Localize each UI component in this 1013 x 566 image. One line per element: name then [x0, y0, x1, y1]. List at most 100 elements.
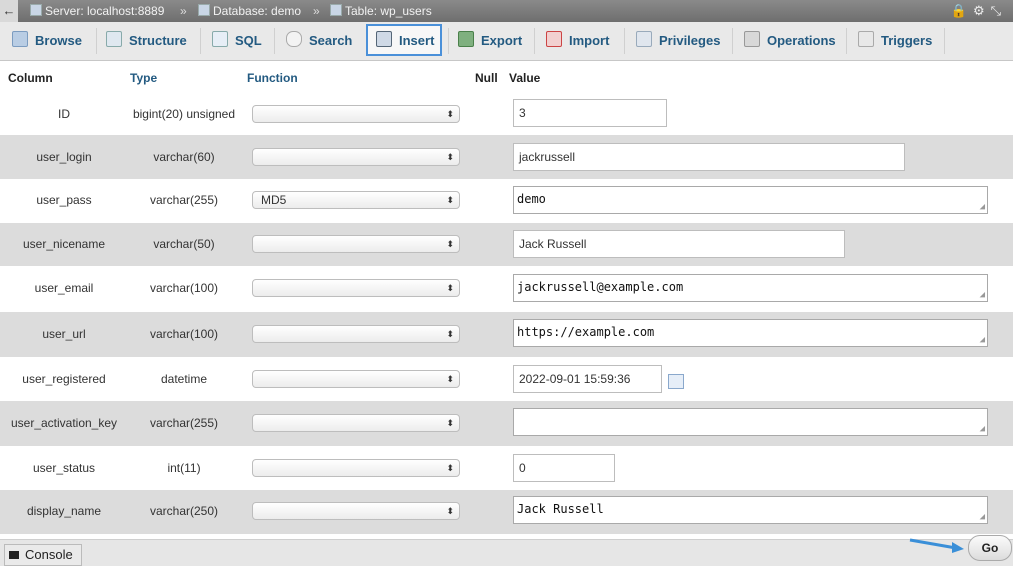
- gear-icon[interactable]: ⚙: [973, 3, 991, 18]
- tab-sql[interactable]: SQL: [212, 26, 262, 56]
- console-button[interactable]: Console: [4, 544, 82, 566]
- go-button[interactable]: Go: [968, 535, 1012, 561]
- resize-grip-icon[interactable]: ◢: [980, 512, 985, 522]
- tab-operations[interactable]: Operations: [744, 26, 836, 56]
- wrench-icon: [744, 31, 760, 47]
- value-text: Jack Russell: [517, 502, 604, 516]
- function-select[interactable]: ⬍: [252, 502, 460, 520]
- bottom-bar: Console: [0, 539, 1013, 566]
- column-name: user_nicename: [22, 237, 106, 251]
- tab-label: Operations: [767, 33, 836, 48]
- header-type[interactable]: Type: [130, 71, 157, 91]
- header-function[interactable]: Function: [247, 71, 298, 91]
- tab-label: Privileges: [659, 33, 721, 48]
- select-arrow-icon: ⬍: [446, 374, 454, 384]
- value-input[interactable]: 3: [513, 99, 667, 127]
- calendar-icon[interactable]: [668, 374, 684, 389]
- function-select[interactable]: ⬍: [252, 235, 460, 253]
- lock-icon[interactable]: 🔒: [951, 3, 973, 18]
- database-icon: [198, 4, 210, 16]
- datetime-input[interactable]: 2022-09-01 15:59:36: [513, 365, 662, 393]
- header-value: Value: [509, 71, 541, 85]
- tab-insert[interactable]: Insert: [366, 24, 442, 56]
- breadcrumb-separator: »: [313, 4, 320, 18]
- table-row: user_status int(11) ⬍ 0: [0, 446, 1013, 490]
- table-row: user_pass varchar(255) MD5 ⬍ demo ◢: [0, 179, 1013, 223]
- browse-icon: [12, 31, 28, 47]
- collapse-icon[interactable]: ⤡: [991, 3, 1007, 18]
- resize-grip-icon[interactable]: ◢: [980, 202, 985, 212]
- privileges-icon: [636, 31, 652, 47]
- column-name: user_url: [42, 327, 86, 341]
- function-select[interactable]: ⬍: [252, 414, 460, 432]
- column-type: datetime: [160, 372, 208, 386]
- value-input[interactable]: 0: [513, 454, 615, 482]
- table-row: display_name varchar(250) ⬍ Jack Russell…: [0, 490, 1013, 534]
- value-textarea[interactable]: Jack Russell ◢: [513, 496, 988, 524]
- column-name: user_registered: [22, 372, 106, 386]
- header-null: Null: [475, 71, 498, 85]
- table-row: user_login varchar(60) ⬍ jackrussell: [0, 135, 1013, 179]
- tab-divider: [944, 28, 945, 54]
- tab-export[interactable]: Export: [458, 26, 522, 56]
- select-arrow-icon: ⬍: [446, 463, 454, 473]
- column-type: varchar(255): [149, 416, 219, 430]
- column-name: user_login: [36, 150, 92, 164]
- value-textarea[interactable]: https://example.com ◢: [513, 319, 988, 347]
- select-arrow-icon: ⬍: [446, 152, 454, 162]
- breadcrumb-server[interactable]: Server: localhost:8889: [30, 4, 164, 18]
- breadcrumb-table[interactable]: Table: wp_users: [330, 4, 432, 18]
- tab-browse[interactable]: Browse: [12, 26, 82, 56]
- column-type: varchar(50): [153, 237, 215, 251]
- column-name: user_activation_key: [10, 416, 118, 430]
- select-arrow-icon: ⬍: [446, 195, 454, 205]
- select-arrow-icon: ⬍: [446, 109, 454, 119]
- tab-structure[interactable]: Structure: [106, 26, 187, 56]
- tab-import[interactable]: Import: [546, 26, 609, 56]
- function-select[interactable]: ⬍: [252, 370, 460, 388]
- console-label: Console: [25, 547, 73, 562]
- column-type: varchar(100): [149, 281, 219, 295]
- tab-privileges[interactable]: Privileges: [636, 26, 720, 56]
- column-type: varchar(60): [153, 150, 215, 164]
- value-textarea[interactable]: ◢: [513, 408, 988, 436]
- value-text: https://example.com: [517, 325, 655, 339]
- tab-label: Insert: [399, 33, 435, 48]
- tab-divider: [846, 28, 847, 54]
- tab-triggers[interactable]: Triggers: [858, 26, 932, 56]
- tab-divider: [624, 28, 625, 54]
- table-row: user_email varchar(100) ⬍ jackrussell@ex…: [0, 266, 1013, 312]
- value-text: demo: [517, 192, 546, 206]
- resize-grip-icon[interactable]: ◢: [980, 424, 985, 434]
- table-icon: [330, 4, 342, 16]
- value-text: jackrussell@example.com: [517, 280, 684, 294]
- function-select[interactable]: MD5 ⬍: [252, 191, 460, 209]
- function-select[interactable]: ⬍: [252, 325, 460, 343]
- breadcrumb-database[interactable]: Database: demo: [198, 4, 301, 18]
- function-select[interactable]: ⬍: [252, 279, 460, 297]
- resize-grip-icon[interactable]: ◢: [980, 335, 985, 345]
- function-select[interactable]: ⬍: [252, 459, 460, 477]
- header-column[interactable]: Column: [8, 71, 53, 91]
- console-icon: [9, 551, 19, 559]
- back-arrow-icon[interactable]: ←: [0, 0, 18, 22]
- tab-label: Structure: [129, 33, 187, 48]
- server-icon: [30, 4, 42, 16]
- function-select-value: MD5: [261, 193, 287, 207]
- tab-label: Import: [569, 33, 610, 48]
- value-input[interactable]: jackrussell: [513, 143, 905, 171]
- tab-divider: [274, 28, 275, 54]
- function-select[interactable]: ⬍: [252, 105, 460, 123]
- magnifier-icon: [286, 31, 302, 47]
- value-input[interactable]: Jack Russell: [513, 230, 845, 258]
- value-textarea[interactable]: jackrussell@example.com ◢: [513, 274, 988, 302]
- resize-grip-icon[interactable]: ◢: [980, 290, 985, 300]
- value-textarea[interactable]: demo ◢: [513, 186, 988, 214]
- function-select[interactable]: ⬍: [252, 148, 460, 166]
- triggers-icon: [858, 31, 874, 47]
- breadcrumb-database-label: Database: demo: [213, 4, 302, 18]
- select-arrow-icon: ⬍: [446, 506, 454, 516]
- tab-divider: [448, 28, 449, 54]
- tab-search[interactable]: Search: [286, 26, 352, 56]
- tab-divider: [200, 28, 201, 54]
